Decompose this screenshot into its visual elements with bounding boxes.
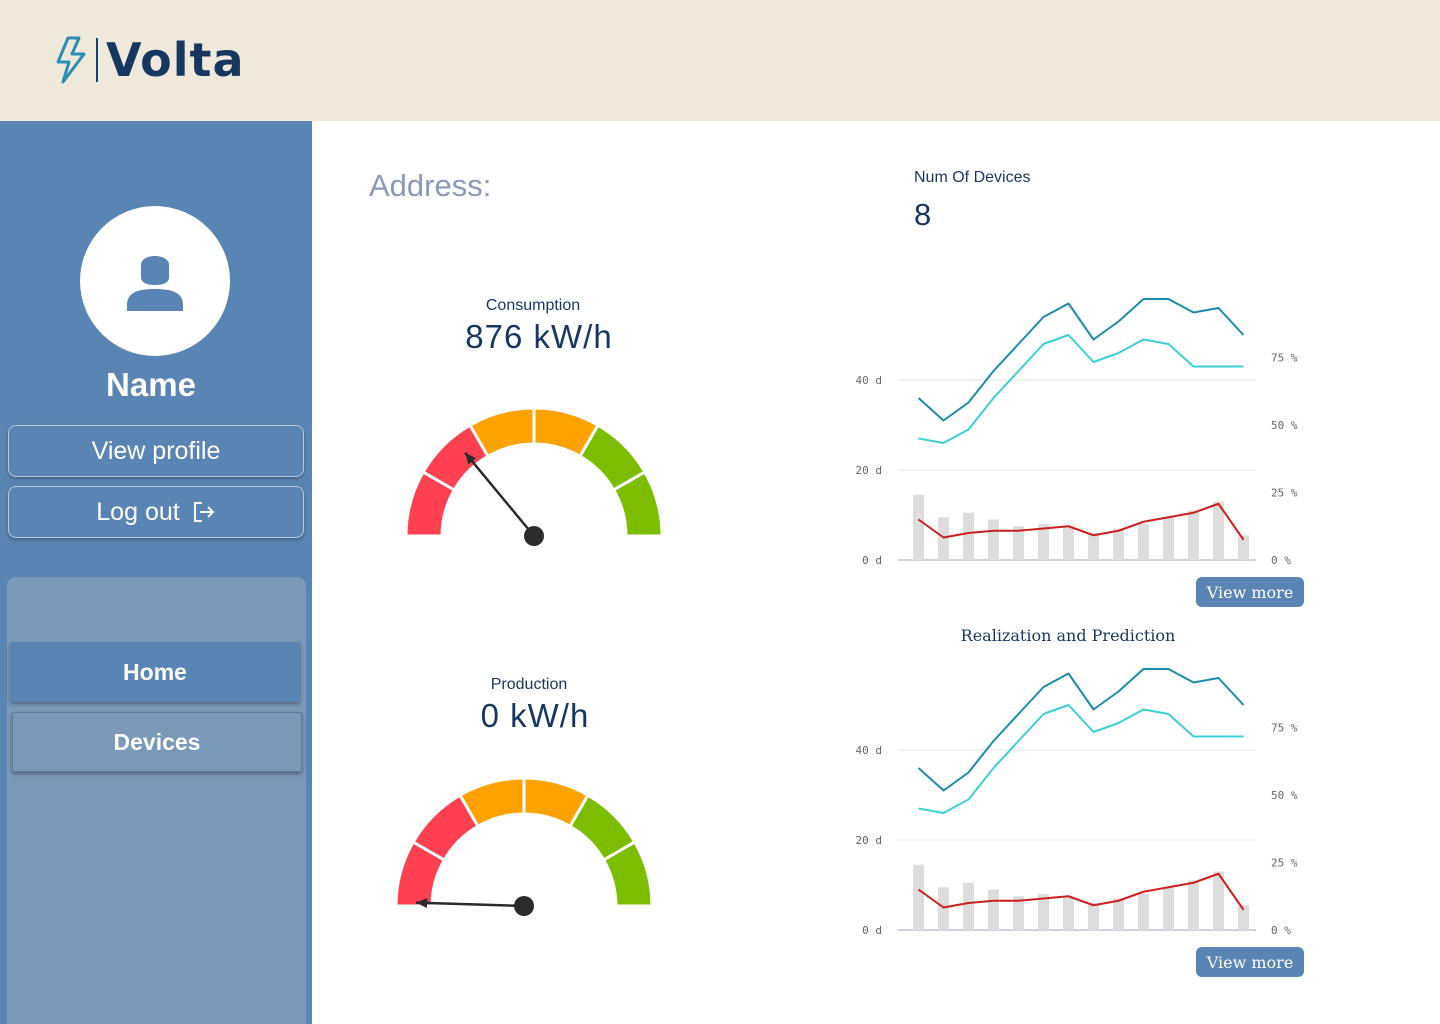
top-bar: Volta [0, 0, 1440, 121]
y-left-tick-label: 20 d [856, 464, 883, 477]
consumption-gauge [404, 406, 664, 546]
production-title: Production [490, 676, 568, 693]
user-name: Name [106, 366, 196, 403]
y-left-tick-label: 0 d [862, 924, 882, 937]
y-right-tick-label: 0 % [1271, 924, 1291, 937]
chart-bar [1088, 533, 1099, 560]
energy-chart-2: 0 d 20 d 40 d 0 % 25 % 50 % 75 % [856, 668, 1298, 937]
chart-bar [1163, 517, 1174, 560]
nav-panel: Home Devices [7, 577, 306, 1024]
nav-item-home-label: Home [123, 658, 187, 685]
y-left-tick-label: 40 d [856, 374, 883, 387]
energy-chart-1: 0 d 20 d 40 d 0 % 25 % 50 % 75 % [856, 298, 1298, 567]
lightning-bolt-icon [56, 36, 86, 84]
consumption-title: Consumption [485, 297, 581, 314]
y-right-tick-label: 25 % [1271, 857, 1298, 870]
y-right-tick-label: 0 % [1271, 554, 1291, 567]
chart-bar [1063, 526, 1074, 560]
chart-bar [938, 517, 949, 560]
view-profile-label: View profile [91, 436, 221, 465]
gauge-needle-hub [524, 526, 544, 546]
view-more-button-1[interactable]: View more [1196, 577, 1304, 607]
y-right-tick-label: 25 % [1271, 487, 1298, 500]
chart-bar [938, 887, 949, 930]
logo[interactable]: Volta [54, 33, 245, 87]
view-more-label-1: View more [1206, 582, 1294, 602]
chart-bar [913, 494, 924, 560]
chart-bar [1113, 898, 1124, 930]
chart-title-realization: Realization and Prediction [960, 626, 1176, 645]
chart-bar [1063, 896, 1074, 930]
logo-text: Volta [106, 33, 245, 87]
production-value: 0 kW/h [480, 697, 590, 734]
consumption-value: 876 kW/h [465, 318, 613, 355]
nav-item-devices[interactable]: Devices [12, 712, 302, 772]
y-right-tick-label: 75 % [1271, 722, 1298, 735]
chart-bar [963, 512, 974, 560]
view-more-button-2[interactable]: View more [1196, 947, 1304, 977]
y-left-tick-label: 0 d [862, 554, 882, 567]
chart-series-line [918, 334, 1244, 444]
logout-label: Log out [96, 497, 180, 526]
chart-bar [1138, 894, 1149, 930]
gauge-needle-hub [514, 896, 534, 916]
chart-bar [963, 882, 974, 930]
y-right-tick-label: 50 % [1271, 419, 1298, 432]
chart-series-line [918, 704, 1244, 814]
sidebar: Name View profile Log out Home Devices [0, 121, 312, 1024]
chart-bar [1088, 903, 1099, 930]
nav-item-home[interactable]: Home [10, 642, 300, 702]
y-left-tick-label: 20 d [856, 834, 883, 847]
chart-bar [1113, 528, 1124, 560]
user-icon [127, 256, 183, 311]
nav-item-devices-label: Devices [113, 728, 201, 755]
y-left-tick-label: 40 d [856, 744, 883, 757]
chart-series-line [917, 298, 1245, 422]
logo-separator [96, 38, 98, 82]
logout-icon [193, 502, 215, 522]
chart-bar [988, 519, 999, 560]
address-label: Address: [369, 168, 492, 203]
view-profile-button[interactable]: View profile [8, 425, 304, 477]
chart-bar [988, 889, 999, 930]
chart-bar [1188, 510, 1199, 560]
chart-bar [913, 864, 924, 930]
chart-bar [1163, 887, 1174, 930]
num-devices-label: Num Of Devices [914, 169, 1031, 186]
gauge-needle [464, 451, 535, 537]
y-right-tick-label: 75 % [1271, 352, 1298, 365]
avatar[interactable] [80, 206, 230, 356]
y-right-tick-label: 50 % [1271, 789, 1298, 802]
logout-button[interactable]: Log out [8, 486, 304, 538]
chart-bar [1188, 880, 1199, 930]
chart-bar [1138, 524, 1149, 560]
view-more-label-2: View more [1206, 952, 1294, 972]
production-gauge [394, 776, 654, 916]
num-devices-value: 8 [914, 197, 932, 232]
chart-series-line [917, 668, 1245, 792]
